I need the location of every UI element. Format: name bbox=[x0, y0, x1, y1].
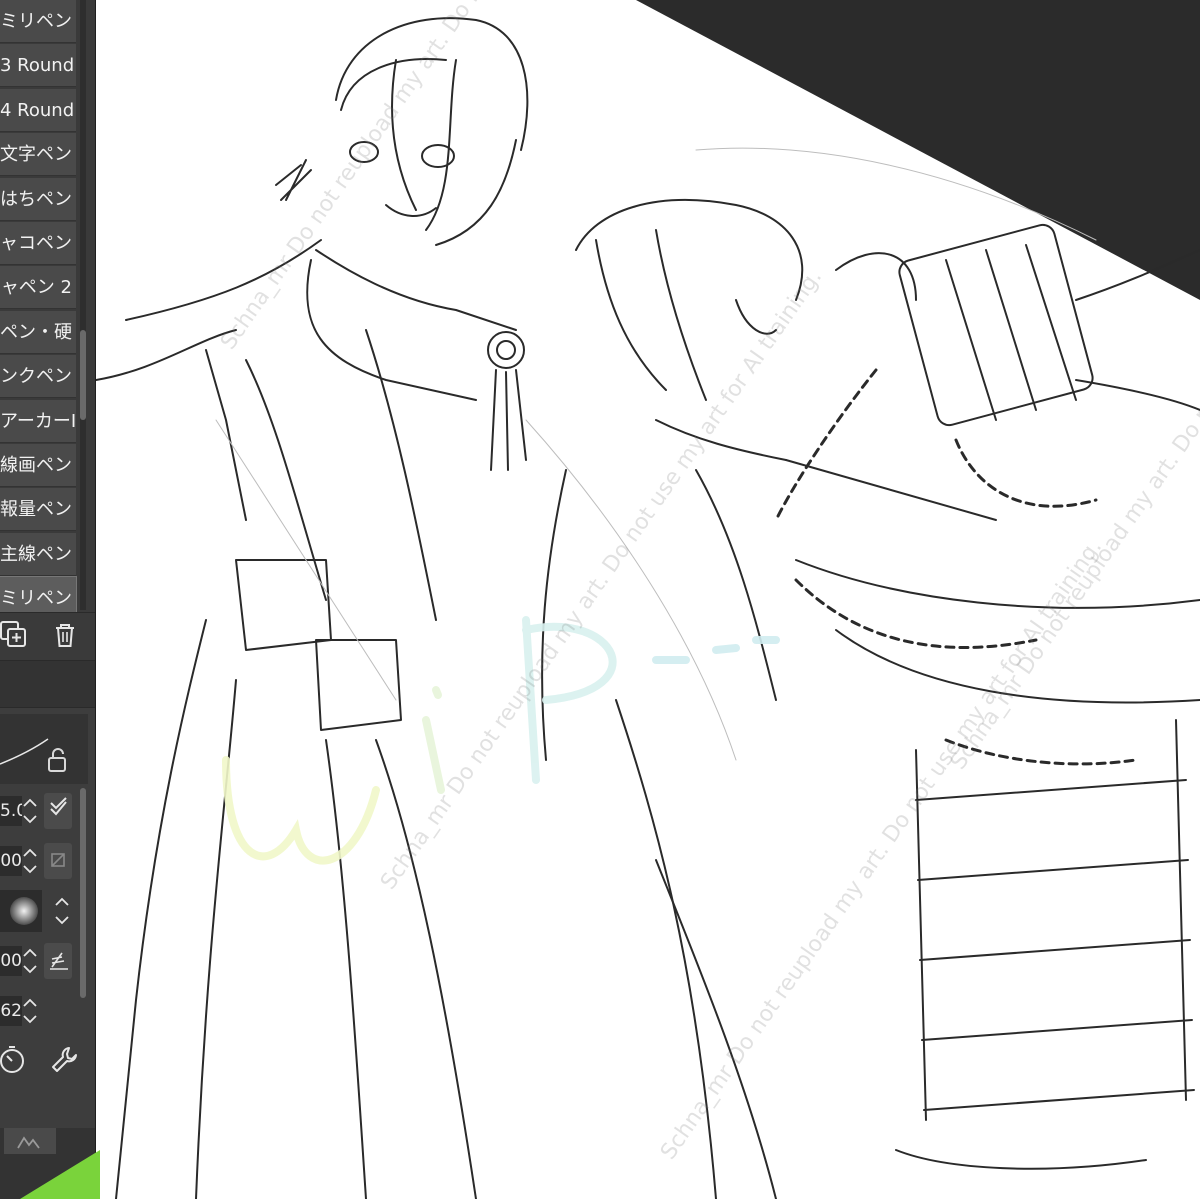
brush-item[interactable]: 3 Round bbox=[0, 44, 76, 88]
canvas-artwork bbox=[96, 0, 1200, 1199]
brush-item[interactable]: はちペン bbox=[0, 177, 76, 221]
property-value-field[interactable]: 00 bbox=[0, 946, 22, 976]
tool-property-row: 5.0 bbox=[0, 788, 78, 834]
square-slash-icon[interactable] bbox=[44, 843, 72, 879]
pressure-icon[interactable] bbox=[44, 943, 72, 979]
brush-item[interactable]: ンクペン bbox=[0, 355, 76, 399]
tool-property-row: 00 bbox=[0, 838, 78, 884]
canvas-paper bbox=[96, 0, 1200, 1199]
brush-item[interactable]: 報量ペン bbox=[0, 488, 76, 532]
checkmark-icon[interactable] bbox=[44, 793, 72, 829]
brush-list-actions bbox=[0, 612, 95, 659]
value-stepper-icon[interactable] bbox=[22, 944, 38, 978]
property-scrollbar[interactable] bbox=[80, 788, 86, 998]
brush-tip-preview[interactable] bbox=[0, 890, 42, 932]
drawing-canvas[interactable]: Schna_mr Do not reupload my art. Do not … bbox=[96, 0, 1200, 1199]
wrench-icon[interactable] bbox=[48, 1044, 80, 1076]
brush-item[interactable]: 4 Round bbox=[0, 88, 76, 132]
brush-stroke-preview bbox=[0, 714, 88, 784]
tool-property-row: 62 bbox=[0, 988, 78, 1034]
brush-item[interactable]: ミリペン bbox=[0, 0, 76, 43]
brush-item[interactable]: 文字ペン bbox=[0, 133, 76, 177]
value-stepper-icon[interactable] bbox=[22, 794, 38, 828]
brush-item[interactable]: 線画ペン bbox=[0, 443, 76, 487]
duplicate-icon[interactable] bbox=[0, 619, 30, 651]
tool-property-row: 00 bbox=[0, 938, 78, 984]
panel-divider-row bbox=[0, 660, 95, 708]
value-stepper-icon[interactable] bbox=[22, 994, 38, 1028]
timer-icon[interactable] bbox=[0, 1044, 28, 1076]
green-accent-corner bbox=[0, 1150, 100, 1199]
brush-list: ミリペン 3 Round 4 Round 文字ペン はちペン ャコペン ャペン 2 ペン・硬ン… bbox=[0, 0, 77, 622]
tool-panel: ミリペン 3 Round 4 Round 文字ペン はちペン ャコペン ャペン 2 ペン・硬ン… bbox=[0, 0, 96, 1199]
property-value-field[interactable]: 5.0 bbox=[0, 796, 22, 826]
brush-list-scrollbar[interactable] bbox=[80, 0, 86, 610]
tool-property-panel: 5.0 00 00 62 bbox=[0, 708, 95, 1128]
unlock-icon[interactable] bbox=[48, 748, 66, 772]
property-value-field[interactable]: 00 bbox=[0, 846, 22, 876]
value-stepper-icon[interactable] bbox=[22, 844, 38, 878]
brush-item[interactable]: ペン・硬 bbox=[0, 310, 76, 354]
brush-item[interactable]: ャコペン bbox=[0, 221, 76, 265]
brush-tip-icon[interactable] bbox=[15, 893, 76, 929]
brush-item[interactable]: アーカーII bbox=[0, 399, 76, 443]
property-value-field[interactable]: 62 bbox=[0, 996, 22, 1026]
brush-item[interactable]: 主線ペン bbox=[0, 532, 76, 576]
brush-item[interactable]: ャペン 2 bbox=[0, 266, 76, 310]
trash-icon[interactable] bbox=[49, 619, 81, 651]
